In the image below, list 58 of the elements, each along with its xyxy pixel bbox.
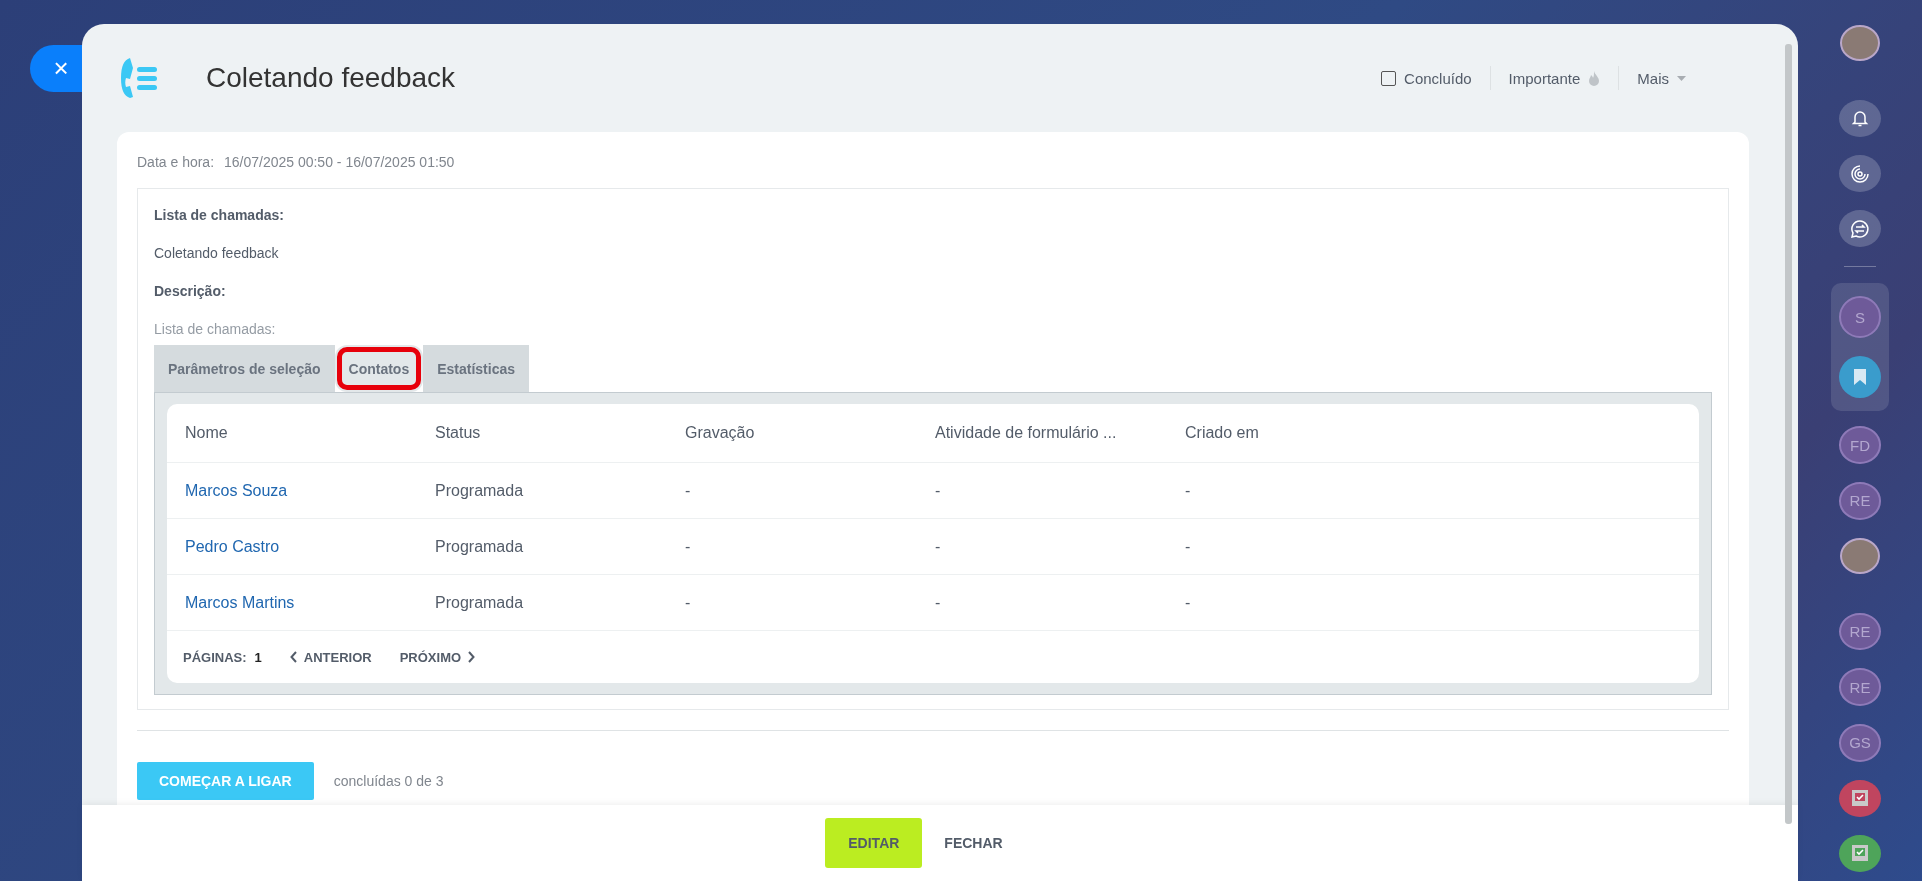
table-cell-text: - [1185, 481, 1192, 500]
task-check-icon[interactable] [1839, 834, 1881, 872]
column-header: Status [435, 424, 482, 442]
column-header: Nome [185, 424, 229, 442]
field-value: Coletando feedback [154, 245, 280, 261]
column-header: Criado em [1185, 424, 1260, 442]
more-dropdown[interactable]: Mais [1618, 66, 1704, 90]
spiral-icon[interactable] [1839, 155, 1881, 193]
done-checkbox[interactable]: Concluído [1363, 66, 1490, 90]
bell-icon[interactable] [1839, 99, 1881, 138]
caret-icon [1677, 75, 1686, 81]
user-initials-avatar[interactable]: FD [1839, 426, 1881, 465]
bookmark-icon[interactable] [1839, 356, 1881, 399]
avatar-photo-placeholder[interactable] [1840, 537, 1880, 574]
tab[interactable]: Contatos [334, 345, 424, 392]
user-initials-avatar[interactable]: RE [1839, 482, 1881, 520]
column-header: Gravação [685, 424, 756, 442]
page-title: Coletando feedback [206, 62, 457, 94]
chevron-right-icon [467, 651, 476, 663]
edit-button[interactable]: EDITAR [825, 818, 923, 868]
table-cell-text: - [935, 537, 942, 556]
table-cell-text: - [1185, 537, 1192, 556]
table-cell-text: - [685, 593, 692, 612]
table-cell-text: - [935, 593, 942, 612]
user-initials-avatar[interactable]: RE [1839, 612, 1881, 651]
section-label: Lista de chamadas: [154, 321, 277, 337]
chat-arrows-icon[interactable] [1839, 210, 1881, 248]
important-toggle[interactable]: Importante [1489, 66, 1619, 90]
table-cell-text: - [685, 481, 692, 500]
next-link[interactable]: PRÓXIMO [399, 649, 476, 665]
user-initials-avatar[interactable]: RE [1839, 668, 1881, 706]
field-label: Descrição: [154, 283, 227, 299]
contact-link[interactable]: Marcos Souza [185, 481, 435, 500]
progress-text: concluídas 0 de 3 [333, 773, 444, 789]
task-check-icon[interactable] [1839, 779, 1881, 817]
previous-link[interactable]: ANTERIOR [289, 649, 372, 665]
contact-link[interactable]: Marcos Martins [185, 593, 435, 612]
tab[interactable]: Parâmetros de seleção [154, 345, 335, 392]
table-cell-text: Programada [435, 537, 525, 556]
table-cell-text: - [935, 481, 942, 500]
table-cell-text: Programada [435, 593, 525, 612]
close-link[interactable]: FECHAR [932, 835, 1015, 851]
table-cell-text: - [685, 537, 692, 556]
scrollbar[interactable] [1785, 44, 1792, 824]
pages-label: PÁGINAS: [183, 649, 247, 665]
contact-link[interactable]: Pedro Castro [185, 537, 435, 556]
table-cell-text: - [1185, 593, 1192, 612]
column-header: Atividade de formulário ... [935, 424, 1118, 442]
tab[interactable]: Estatísticas [423, 345, 530, 392]
field-label: Lista de chamadas: [154, 207, 285, 223]
page-number[interactable]: 1 [254, 649, 262, 665]
flame-icon [1588, 69, 1601, 87]
user-initials-avatar[interactable]: S [1839, 296, 1881, 339]
chevron-left-icon [289, 651, 298, 663]
avatar-photo-placeholder[interactable] [1840, 25, 1880, 61]
table-cell-text: Programada [435, 481, 525, 500]
date-time-text: Data e hora: 16/07/2025 00:50 - 16/07/2025 01:50 [137, 154, 456, 170]
user-initials-avatar[interactable]: GS [1839, 723, 1881, 762]
